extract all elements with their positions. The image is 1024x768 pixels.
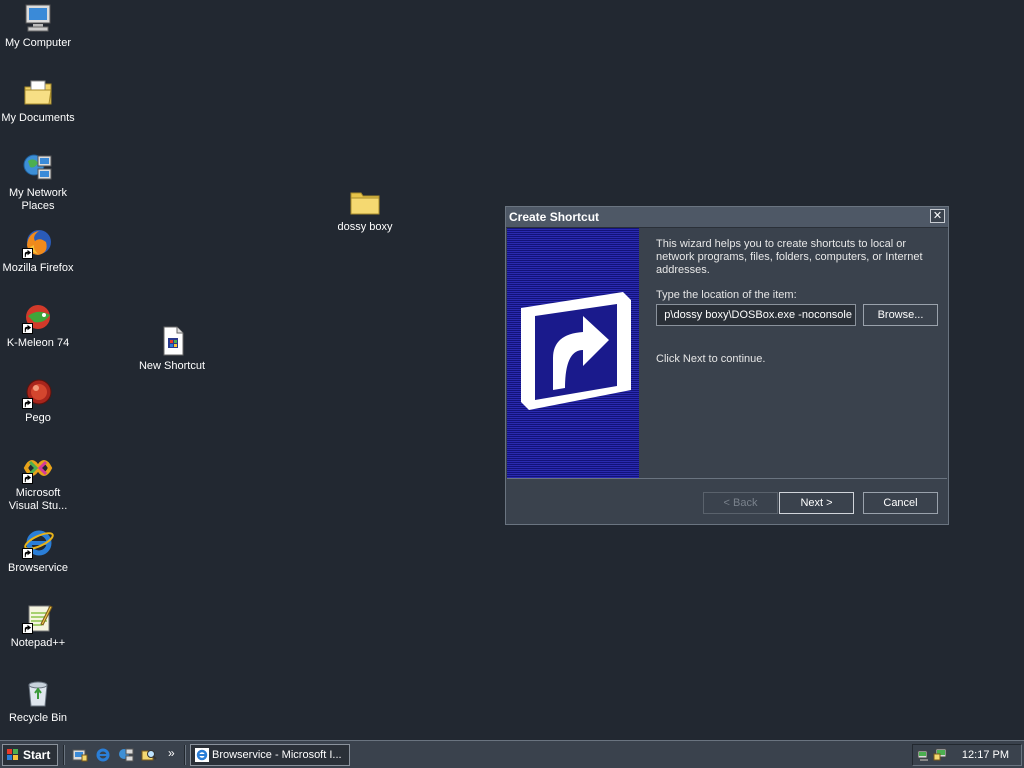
shortcut-arrow-icon xyxy=(22,248,33,259)
desktop-icon-label: Browservice xyxy=(8,562,68,574)
desktop-icon-label: Recycle Bin xyxy=(8,712,68,724)
taskbar-separator xyxy=(184,745,186,765)
taskbar-separator xyxy=(63,745,65,765)
desktop-icon-my-computer[interactable]: My Computer xyxy=(0,2,76,50)
desktop-icon-dossy-boxy[interactable]: dossy boxy xyxy=(327,186,403,234)
wizard-content: This wizard helps you to create shortcut… xyxy=(656,238,941,277)
shortcut-arrow-icon xyxy=(22,623,33,634)
pego-icon xyxy=(22,377,54,409)
desktop-icon-new-shortcut[interactable]: New Shortcut xyxy=(134,325,210,373)
desktop-icon-recycle-bin[interactable]: Recycle Bin xyxy=(0,677,76,725)
shortcut-arrow-icon xyxy=(22,323,33,334)
close-button[interactable]: ✕ xyxy=(930,209,945,223)
desktop-icon-my-network-places[interactable]: My Network Places xyxy=(0,152,76,213)
cancel-button[interactable]: Cancel xyxy=(863,492,938,514)
wizard-banner xyxy=(507,228,639,478)
windows-flag-icon xyxy=(7,749,18,760)
desktop-icon-mozilla-firefox[interactable]: Mozilla Firefox xyxy=(0,227,76,275)
back-button[interactable]: < Back xyxy=(703,492,778,514)
quicklaunch-network-icon[interactable] xyxy=(118,747,134,763)
tray-network-icon[interactable] xyxy=(917,748,931,762)
document-shortcut-icon xyxy=(156,325,188,357)
documents-folder-icon xyxy=(22,77,54,109)
desktop-icon-label: My Documents xyxy=(1,112,75,124)
tray-network-status-icon[interactable] xyxy=(933,748,947,762)
desktop-icon-pego[interactable]: Pego xyxy=(0,377,76,425)
desktop: My Computer My Documents My Network Plac… xyxy=(0,0,1024,740)
desktop-icon-visual-studio[interactable]: Microsoft Visual Stu... xyxy=(0,452,76,513)
visual-studio-icon xyxy=(22,452,54,484)
computer-icon xyxy=(22,2,54,34)
folder-icon xyxy=(349,186,381,218)
notepad-plus-plus-icon xyxy=(22,602,54,634)
desktop-icon-my-documents[interactable]: My Documents xyxy=(0,77,76,125)
shortcut-arrow-graphic xyxy=(521,292,631,410)
k-meleon-icon xyxy=(22,302,54,334)
dialog-separator xyxy=(507,478,947,479)
desktop-icon-label: dossy boxy xyxy=(337,221,393,233)
create-shortcut-dialog: Create Shortcut ✕ This wizard helps you … xyxy=(505,206,949,525)
desktop-icon-label: Notepad++ xyxy=(10,637,66,649)
continue-text: Click Next to continue. xyxy=(656,353,766,365)
location-input[interactable] xyxy=(656,304,856,326)
shortcut-arrow-icon xyxy=(22,548,33,559)
desktop-icon-label: K-Meleon 74 xyxy=(6,337,70,349)
shortcut-arrow-icon xyxy=(22,473,33,484)
desktop-icon-label: Microsoft xyxy=(15,487,61,499)
internet-explorer-icon xyxy=(195,748,209,762)
system-tray: 12:17 PM xyxy=(912,744,1022,766)
shortcut-arrow-icon xyxy=(22,398,33,409)
internet-explorer-icon xyxy=(22,527,54,559)
quicklaunch-internet-explorer-icon[interactable] xyxy=(95,747,111,763)
desktop-icon-label: Mozilla Firefox xyxy=(2,262,74,274)
firefox-icon xyxy=(22,227,54,259)
taskbar-item-label: Browservice - Microsoft I... xyxy=(212,749,342,761)
desktop-icon-browservice[interactable]: Browservice xyxy=(0,527,76,575)
desktop-icon-notepad-plus-plus[interactable]: Notepad++ xyxy=(0,602,76,650)
intro-text: This wizard helps you to create shortcut… xyxy=(656,238,923,276)
desktop-icon-label-line2: Visual Stu... xyxy=(8,500,68,512)
next-button[interactable]: Next > xyxy=(779,492,854,514)
clock[interactable]: 12:17 PM xyxy=(962,749,1009,761)
quicklaunch-search-icon[interactable] xyxy=(141,747,157,763)
recycle-bin-icon xyxy=(22,677,54,709)
desktop-icon-k-meleon[interactable]: K-Meleon 74 xyxy=(0,302,76,350)
taskbar-item-browservice[interactable]: Browservice - Microsoft I... xyxy=(190,744,350,766)
location-label: Type the location of the item: xyxy=(656,289,797,301)
dialog-titlebar[interactable]: Create Shortcut ✕ xyxy=(506,207,948,228)
quicklaunch-show-desktop-icon[interactable] xyxy=(72,747,88,763)
browse-button[interactable]: Browse... xyxy=(863,304,938,326)
desktop-icon-label: My Computer xyxy=(4,37,72,49)
start-button[interactable]: Start xyxy=(2,744,58,766)
quicklaunch-more-icon[interactable]: » xyxy=(168,746,175,760)
desktop-icon-label: My Network xyxy=(8,187,68,199)
close-icon: ✕ xyxy=(932,210,943,222)
desktop-icon-label-line2: Places xyxy=(21,200,55,212)
dialog-title: Create Shortcut xyxy=(509,210,600,224)
start-label: Start xyxy=(23,748,51,762)
network-places-icon xyxy=(22,152,54,184)
desktop-icon-label: Pego xyxy=(25,412,51,424)
taskbar: Start » Browservice - Microsoft I... 12:… xyxy=(0,740,1024,768)
desktop-icon-label: New Shortcut xyxy=(138,360,206,372)
